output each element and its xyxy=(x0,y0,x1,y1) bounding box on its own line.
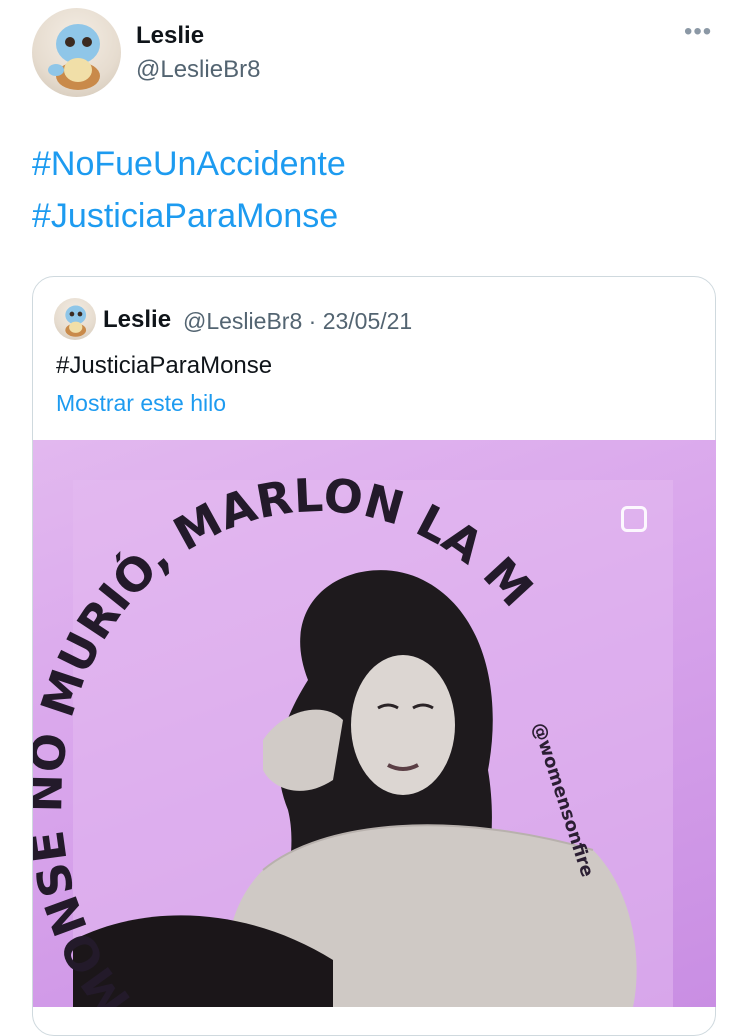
more-options-icon[interactable]: ••• xyxy=(684,18,712,46)
author-handle[interactable]: @LeslieBr8 xyxy=(136,56,260,84)
quoted-meta: @LeslieBr8 · 23/05/21 xyxy=(183,308,412,335)
woman-portrait-illustration: MONSE NO MURIÓ, MARLON LA MATÓ xyxy=(33,440,673,1007)
show-thread-link[interactable]: Mostrar este hilo xyxy=(56,390,226,417)
quoted-text[interactable]: #JusticiaParaMonse xyxy=(56,352,272,380)
separator-dot: · xyxy=(308,308,317,334)
squirtle-avatar-icon xyxy=(48,24,100,90)
tweet-text: #NoFueUnAccidente #JusticiaParaMonse xyxy=(32,138,346,242)
hashtag-link[interactable]: #NoFueUnAccidente xyxy=(32,138,346,190)
instagram-icon xyxy=(621,506,647,532)
quoted-avatar[interactable] xyxy=(54,298,96,340)
author-name[interactable]: Leslie xyxy=(136,22,204,50)
quoted-date[interactable]: 23/05/21 xyxy=(323,308,413,334)
quoted-author-handle[interactable]: @LeslieBr8 xyxy=(183,308,302,334)
quoted-author-name[interactable]: Leslie xyxy=(103,306,171,334)
avatar[interactable] xyxy=(32,8,121,97)
media-image[interactable]: MONSE NO MURIÓ, MARLON LA MATÓ xyxy=(33,440,716,1007)
hashtag-link[interactable]: #JusticiaParaMonse xyxy=(32,190,346,242)
squirtle-avatar-icon xyxy=(65,305,87,337)
